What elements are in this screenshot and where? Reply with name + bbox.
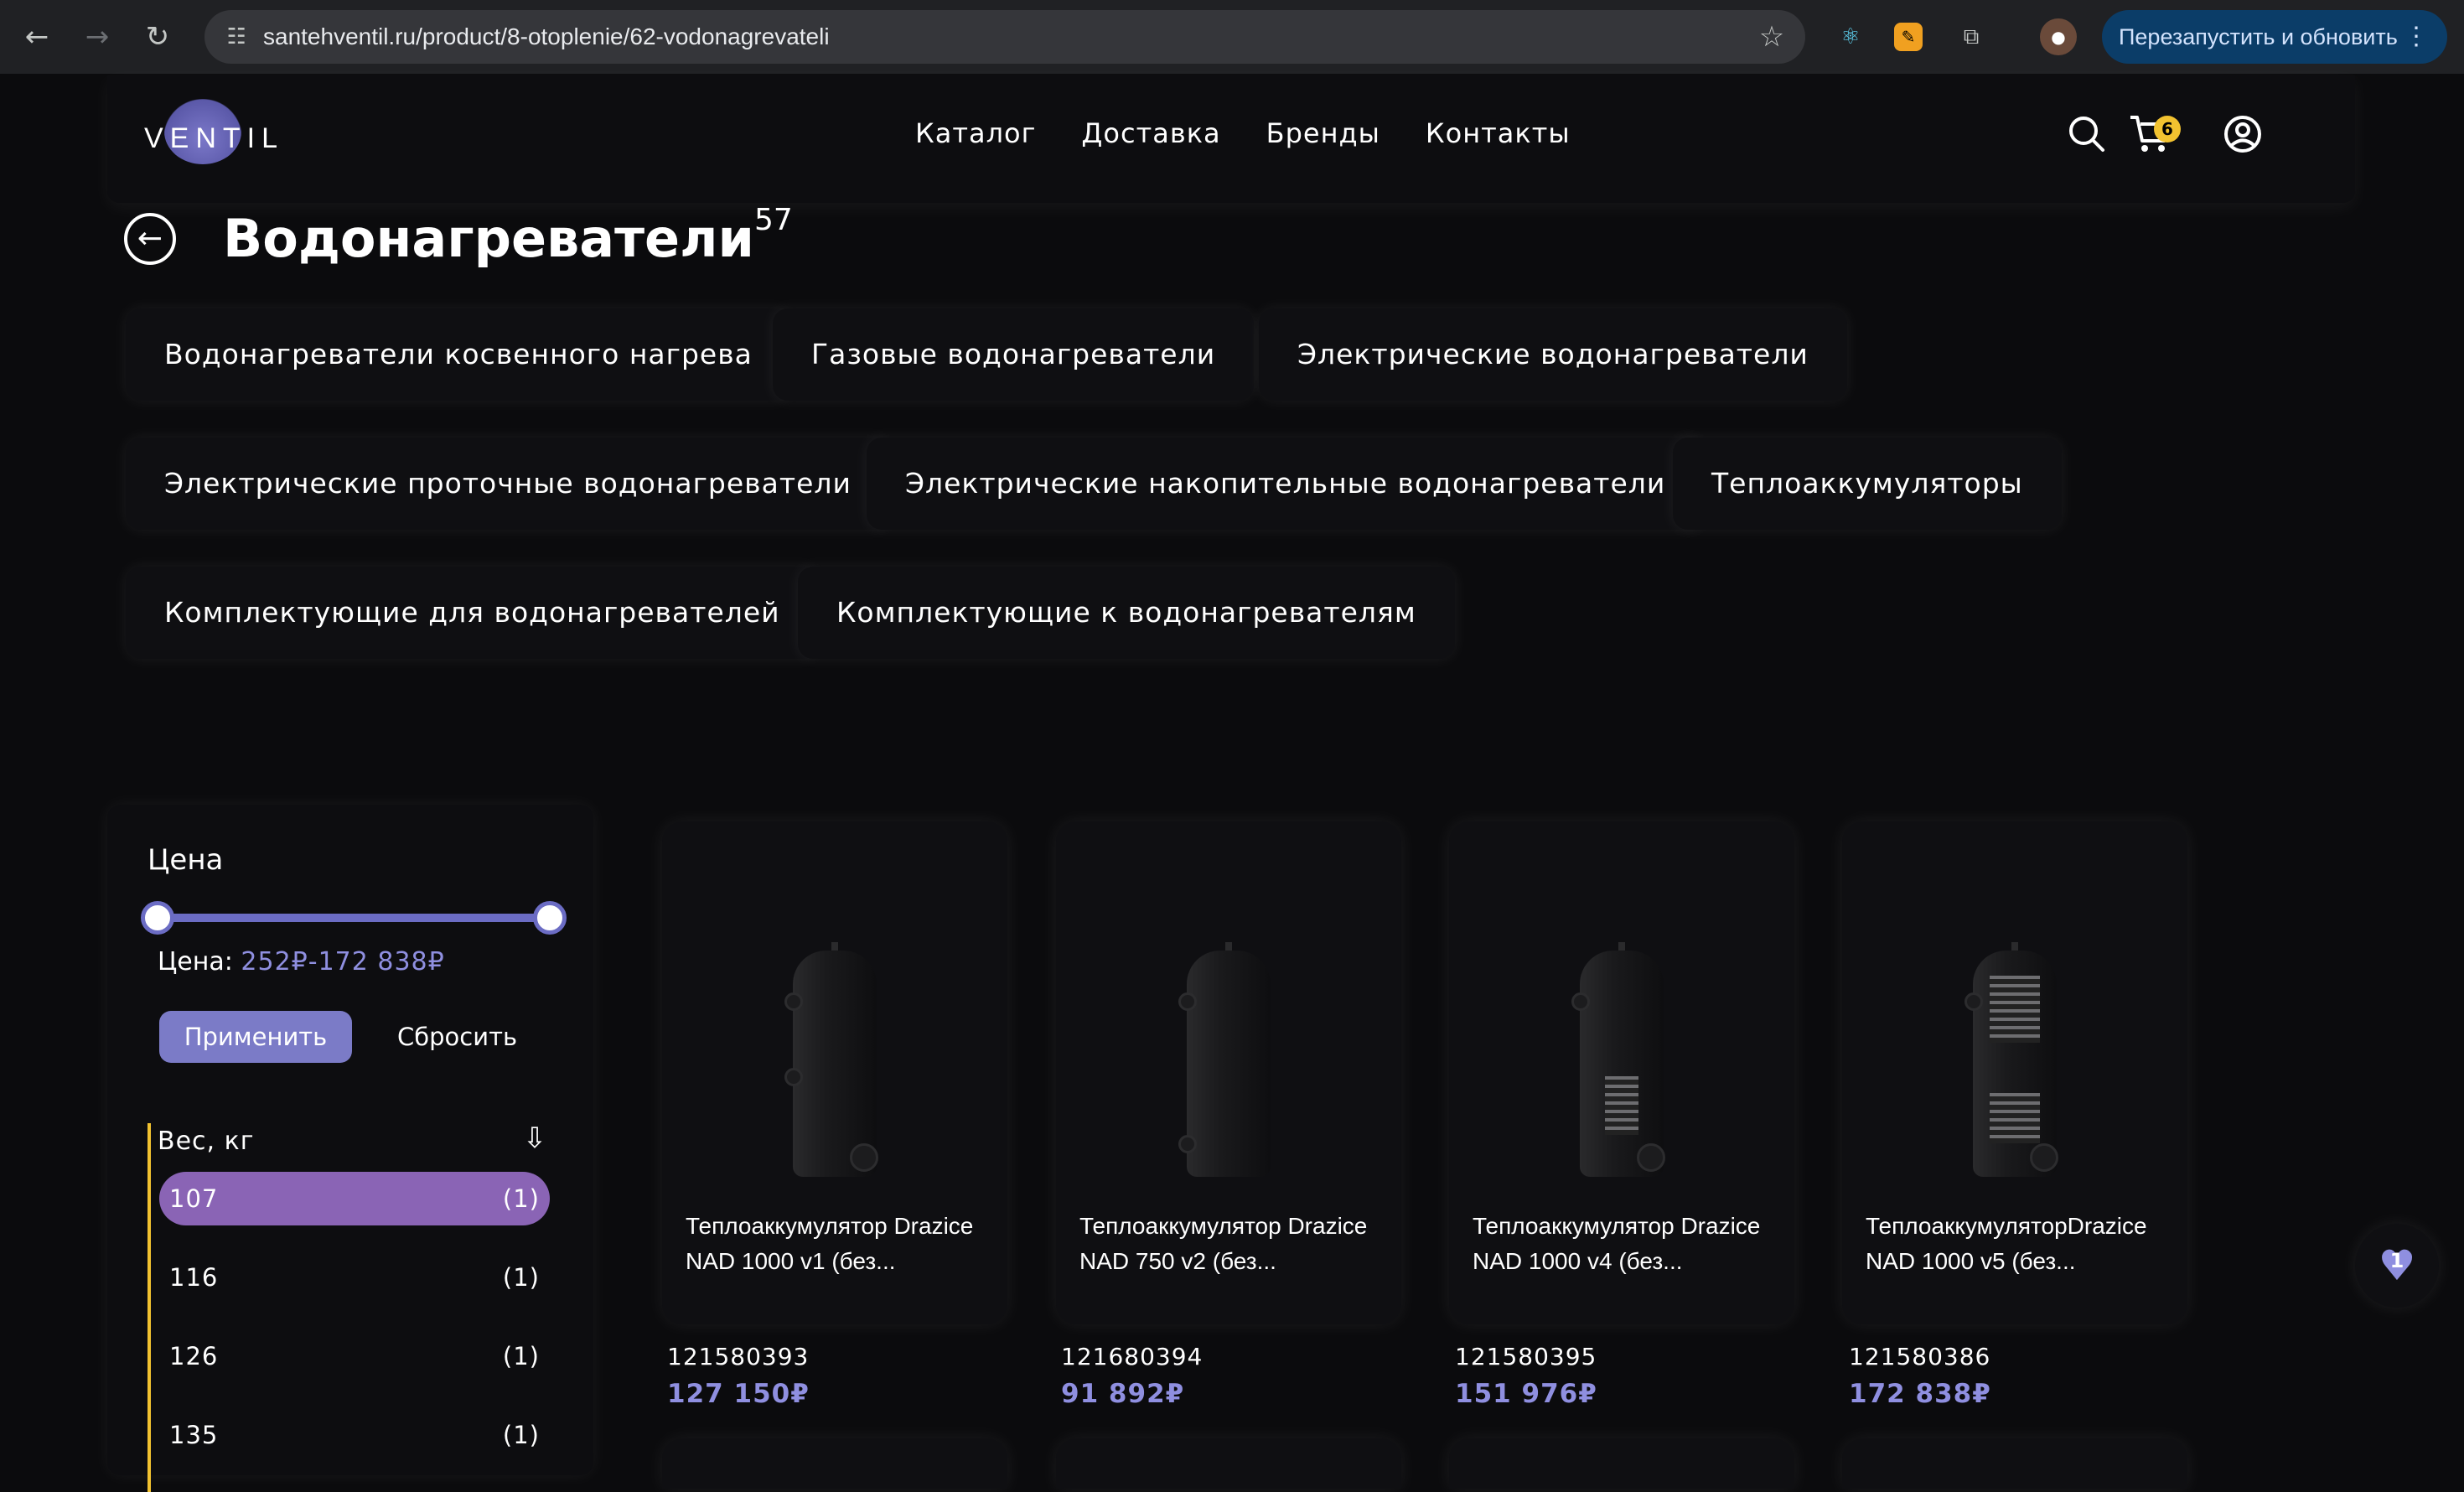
bookmark-star-icon[interactable]: ☆	[1753, 18, 1790, 55]
category-chip-components-for[interactable]: Комплектующие для водонагревателей	[126, 567, 819, 659]
react-devtools-icon[interactable]: ⚛	[1832, 18, 1869, 55]
category-chip-heat-accumulators[interactable]: Теплоаккумуляторы	[1673, 438, 2062, 530]
product-image	[1178, 942, 1279, 1185]
product-card[interactable]: Теплоаккумулятор Drazice NAD 1000 v4 (бе…	[1449, 821, 1794, 1324]
weight-option-value: 126	[169, 1342, 219, 1370]
profile-avatar[interactable]: ●	[2040, 18, 2077, 55]
product-name: Теплоаккумулятор Drazice NAD 750 v2 (без…	[1079, 1213, 1368, 1274]
address-bar[interactable]: ☷ santehventil.ru/product/8-otoplenie/62…	[204, 10, 1805, 64]
category-chip-electric-storage[interactable]: Электрические накопительные водонагреват…	[867, 438, 1705, 530]
nav-contacts[interactable]: Контакты	[1426, 117, 1571, 149]
site-settings-icon[interactable]: ☷	[221, 22, 251, 52]
weight-filter-accent	[148, 1123, 151, 1492]
price-range-values: 252₽-172 838₽	[241, 947, 445, 977]
weight-option-116[interactable]: 116 (1)	[159, 1251, 550, 1304]
nav-delivery[interactable]: Доставка	[1081, 117, 1220, 149]
price-slider-track[interactable]	[158, 914, 548, 922]
product-price: 172 838₽	[1849, 1379, 1991, 1409]
category-chip-electric-flow[interactable]: Электрические проточные водонагреватели	[126, 438, 890, 530]
price-range-label: Цена:	[158, 947, 233, 977]
product-card-next-row[interactable]	[1842, 1438, 2187, 1489]
weight-option-value: 107	[169, 1184, 219, 1213]
forward-arrow-icon[interactable]: →	[77, 17, 117, 57]
product-card[interactable]: Теплоаккумулятор Drazice NAD 750 v2 (без…	[1056, 821, 1401, 1324]
price-filter-title: Цена	[148, 843, 224, 877]
relaunch-update-button[interactable]: Перезапустить и обновить ⋮	[2102, 10, 2447, 64]
product-price: 91 892₽	[1061, 1379, 1185, 1409]
product-image	[784, 942, 885, 1185]
product-card-next-row[interactable]	[1449, 1438, 1794, 1489]
favorites-count: 1	[2389, 1249, 2404, 1272]
product-sku: 121580393	[667, 1343, 810, 1370]
weight-filter-title: Вес, кг	[158, 1127, 255, 1156]
nav-brands[interactable]: Бренды	[1266, 117, 1380, 149]
search-icon[interactable]	[2063, 114, 2110, 161]
apply-filter-button[interactable]: Применить	[159, 1011, 352, 1063]
category-chip-components-to[interactable]: Комплектующие к водонагревателям	[798, 567, 1455, 659]
weight-option-107[interactable]: 107 (1)	[159, 1172, 550, 1225]
product-card-next-row[interactable]	[1056, 1438, 1401, 1489]
back-circle-icon[interactable]: ←	[124, 213, 176, 265]
reload-icon[interactable]: ↻	[137, 17, 178, 57]
product-image	[1571, 942, 1672, 1185]
product-sku: 121580386	[1849, 1343, 1991, 1370]
product-price: 127 150₽	[667, 1379, 810, 1409]
product-sku: 121680394	[1061, 1343, 1204, 1370]
weight-option-135[interactable]: 135 (1)	[159, 1408, 550, 1462]
menu-dots-icon[interactable]: ⋮	[2404, 10, 2429, 64]
product-card-next-row[interactable]	[662, 1438, 1007, 1489]
price-slider-min-handle[interactable]	[141, 901, 174, 935]
weight-option-value: 135	[169, 1421, 219, 1449]
product-name: Теплоаккумулятор Drazice NAD 1000 v4 (бе…	[1473, 1213, 1761, 1274]
weight-option-count: (1)	[502, 1421, 540, 1449]
back-arrow-icon[interactable]: ←	[17, 17, 57, 57]
relaunch-label: Перезапустить и обновить	[2119, 24, 2398, 49]
product-count: 57	[753, 203, 793, 237]
product-price: 151 976₽	[1455, 1379, 1597, 1409]
product-name: Теплоаккумулятор Drazice NAD 1000 v1 (бе…	[686, 1213, 974, 1274]
product-name: ТеплоаккумуляторDrazice NAD 1000 v5 (без…	[1866, 1213, 2147, 1274]
browser-toolbar: ← → ↻ ☷ santehventil.ru/product/8-otople…	[0, 0, 2464, 74]
price-range-text: Цена: 252₽-172 838₽	[158, 947, 445, 977]
weight-option-count: (1)	[502, 1342, 540, 1370]
sort-down-arrow-icon[interactable]: ⇩	[518, 1120, 551, 1157]
category-chip-gas[interactable]: Газовые водонагреватели	[773, 308, 1255, 401]
weight-option-126[interactable]: 126 (1)	[159, 1329, 550, 1383]
page-title-text: Водонагреватели	[223, 208, 754, 269]
product-card[interactable]: Теплоаккумулятор Drazice NAD 1000 v1 (бе…	[662, 821, 1007, 1324]
price-slider-max-handle[interactable]	[533, 901, 567, 935]
site-logo[interactable]: VENTIL	[144, 99, 278, 174]
reset-filter-button[interactable]: Сбросить	[397, 1011, 517, 1063]
favorites-button[interactable]: ♥ 1	[2355, 1224, 2439, 1308]
filter-sidebar: Цена Цена: 252₽-172 838₽ Применить Сброс…	[107, 805, 593, 1492]
weight-option-count: (1)	[502, 1184, 540, 1213]
weight-option-count: (1)	[502, 1263, 540, 1292]
cart-count-badge: 6	[2154, 116, 2181, 142]
nav-catalog[interactable]: Каталог	[915, 117, 1036, 149]
category-chip-indirect[interactable]: Водонагреватели косвенного нагрева	[126, 308, 791, 401]
logo-text: VENTIL	[144, 122, 285, 154]
page-title: Водонагреватели57	[223, 203, 793, 269]
account-icon[interactable]	[2219, 114, 2266, 161]
extension-icon[interactable]: ✎	[1894, 23, 1923, 51]
category-chip-electric[interactable]: Электрические водонагреватели	[1259, 308, 1847, 401]
product-card[interactable]: ТеплоаккумуляторDrazice NAD 1000 v5 (без…	[1842, 821, 2187, 1324]
weight-option-value: 116	[169, 1263, 219, 1292]
url-text: santehventil.ru/product/8-otoplenie/62-v…	[263, 23, 830, 49]
extensions-puzzle-icon[interactable]: ⧉	[1953, 18, 1990, 55]
site-header: VENTIL Каталог Доставка Бренды Контакты	[107, 75, 2355, 203]
product-sku: 121580395	[1455, 1343, 1597, 1370]
main-nav: Каталог Доставка Бренды Контакты	[915, 117, 1571, 149]
product-image	[1964, 942, 2065, 1185]
